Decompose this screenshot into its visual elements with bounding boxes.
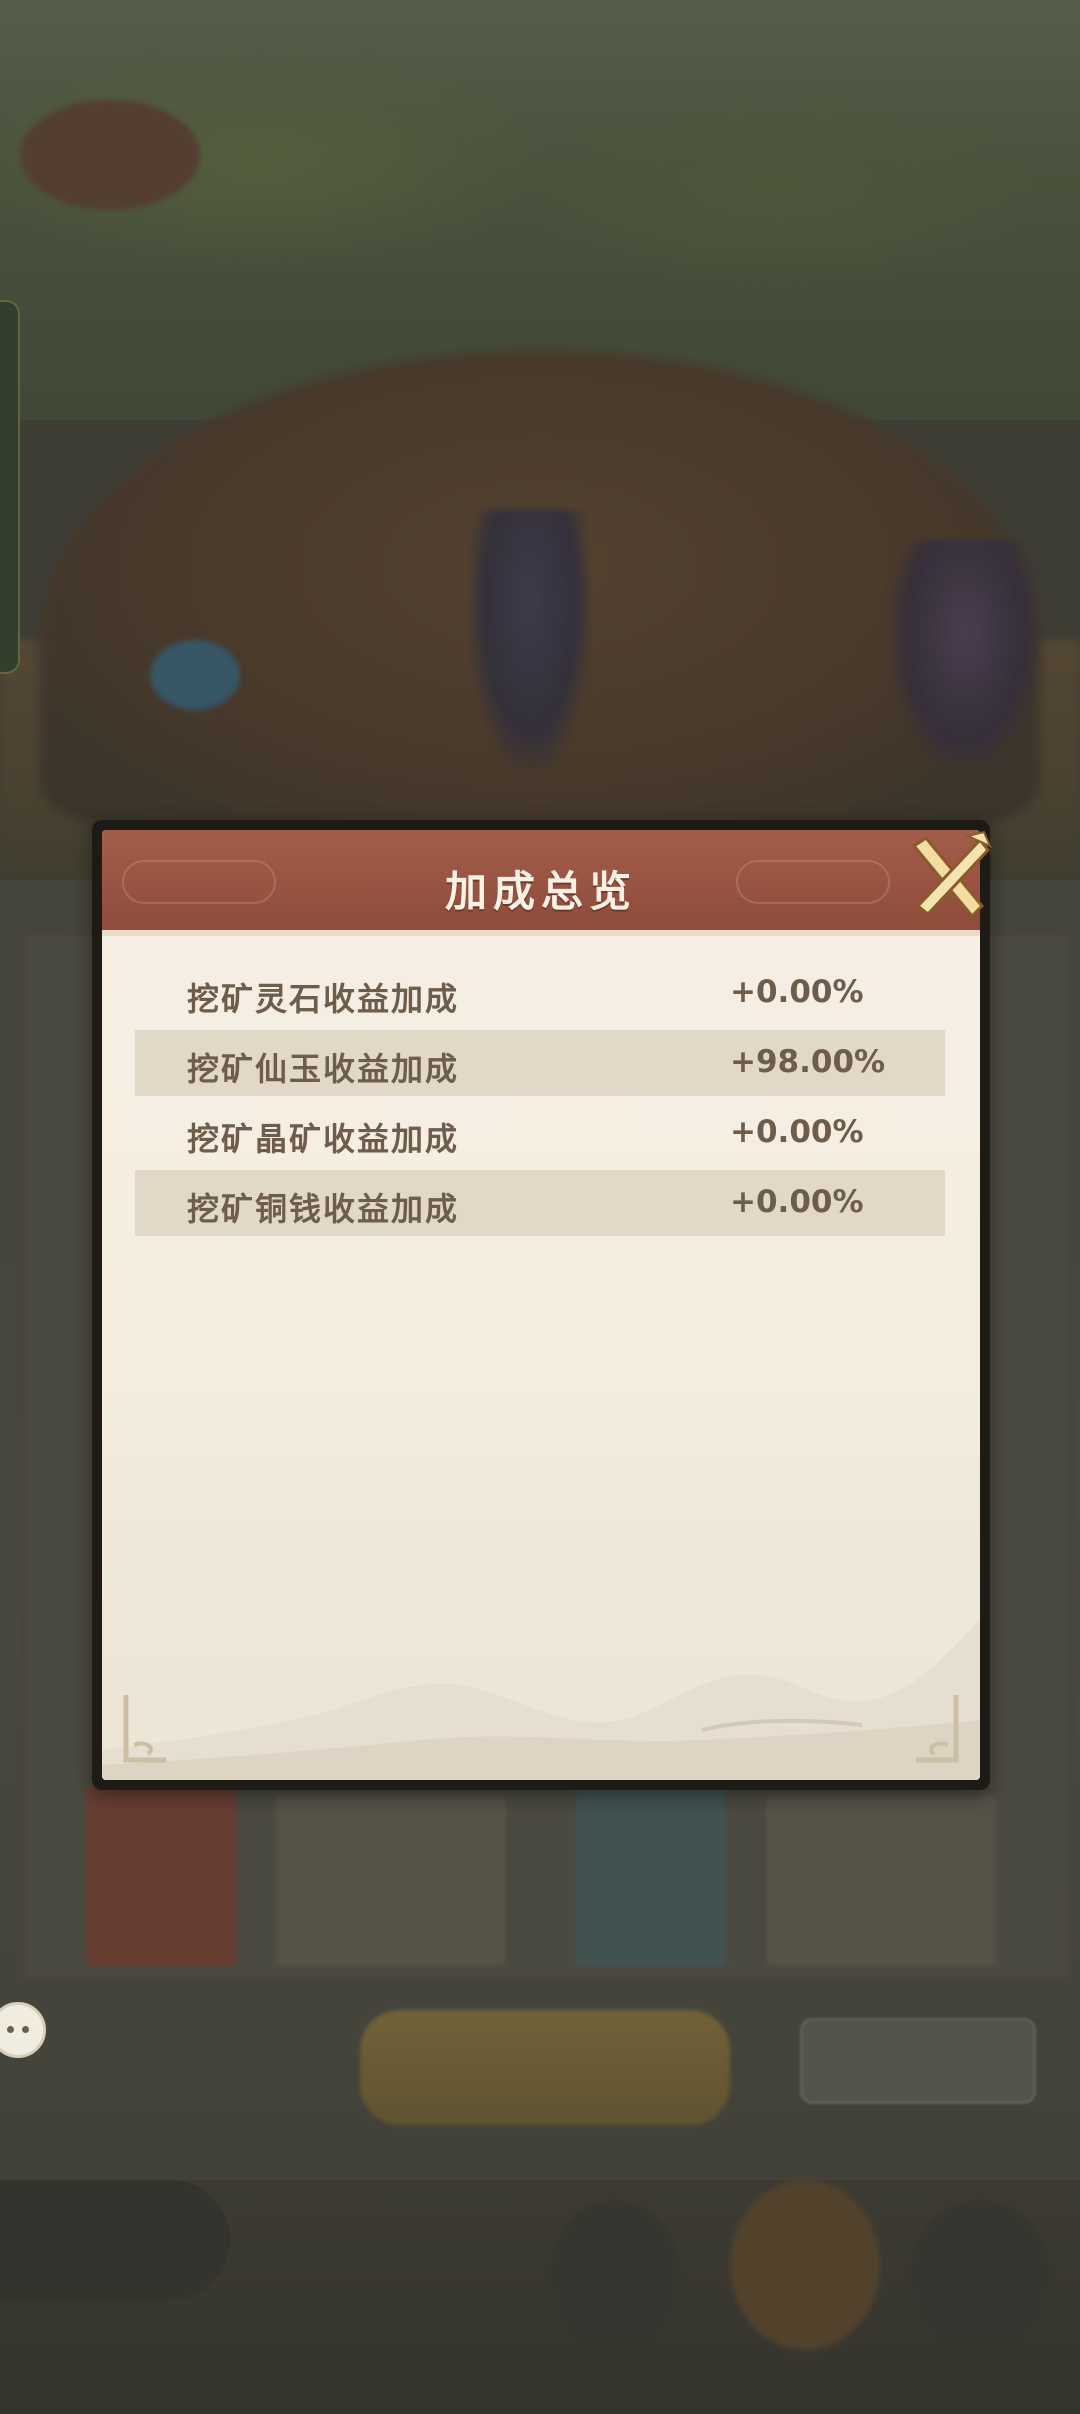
bonus-name: 挖矿灵石收益加成 bbox=[187, 980, 460, 1018]
close-button[interactable] bbox=[900, 828, 996, 924]
bonus-row: 挖矿铜钱收益加成 +0.00% bbox=[135, 1170, 945, 1236]
bonus-value: +0.00% bbox=[730, 974, 864, 1010]
bonus-value: +98.00% bbox=[730, 1044, 886, 1080]
bonus-value: +0.00% bbox=[730, 1184, 864, 1220]
close-x-icon bbox=[911, 830, 992, 919]
bonus-row: 挖矿仙玉收益加成 +98.00% bbox=[135, 1030, 945, 1096]
bonus-name: 挖矿仙玉收益加成 bbox=[187, 1050, 460, 1088]
bonus-row: 挖矿灵石收益加成 +0.00% bbox=[135, 960, 945, 1026]
bonus-row: 挖矿晶矿收益加成 +0.00% bbox=[135, 1100, 945, 1166]
ink-mountain-decoration bbox=[102, 1620, 980, 1780]
corner-ornament-icon bbox=[916, 1695, 959, 1763]
game-screen: 加成总览 挖矿灵石收益加成 +0.00% 挖矿仙玉收益加成 +98.00% 挖矿… bbox=[0, 0, 1080, 2414]
bonus-name: 挖矿铜钱收益加成 bbox=[187, 1190, 460, 1228]
bonus-overview-dialog: 加成总览 挖矿灵石收益加成 +0.00% 挖矿仙玉收益加成 +98.00% 挖矿… bbox=[92, 820, 992, 1790]
bonus-value: +0.00% bbox=[730, 1114, 864, 1150]
dialog-header: 加成总览 bbox=[102, 830, 980, 936]
bonus-list: 挖矿灵石收益加成 +0.00% 挖矿仙玉收益加成 +98.00% 挖矿晶矿收益加… bbox=[135, 960, 945, 1240]
dialog-title: 加成总览 bbox=[444, 867, 637, 916]
dialog-panel: 加成总览 挖矿灵石收益加成 +0.00% 挖矿仙玉收益加成 +98.00% 挖矿… bbox=[102, 830, 980, 1780]
corner-ornament-icon bbox=[123, 1695, 166, 1763]
bonus-name: 挖矿晶矿收益加成 bbox=[187, 1120, 460, 1158]
